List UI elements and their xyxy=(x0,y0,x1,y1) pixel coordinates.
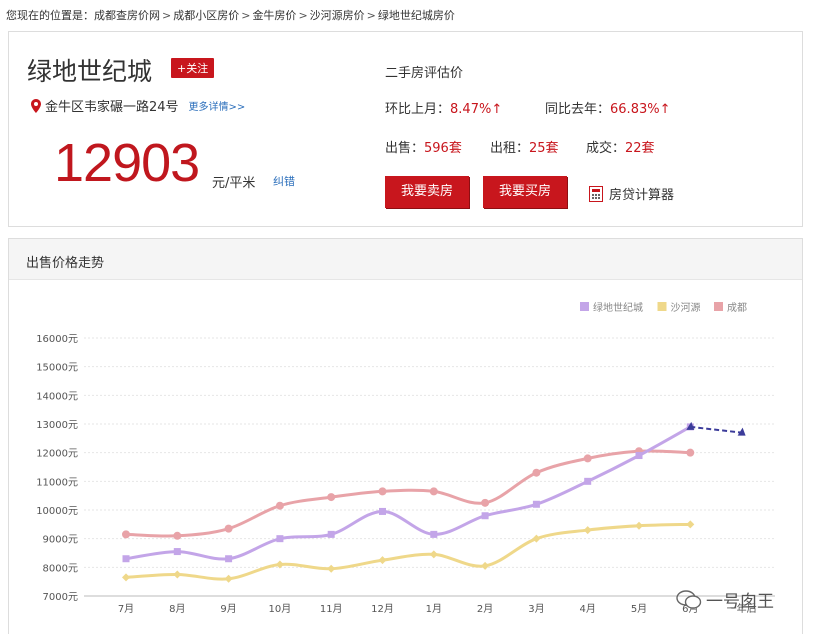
data-point xyxy=(583,454,592,463)
data-point xyxy=(224,574,233,583)
data-point xyxy=(378,487,387,496)
legend-label: 成都 xyxy=(727,302,747,314)
x-tick-label: 5月 xyxy=(631,603,647,615)
data-point xyxy=(327,564,336,573)
wechat-icon xyxy=(676,589,702,609)
y-tick-label: 10000元 xyxy=(36,506,78,517)
data-point xyxy=(481,498,490,507)
data-point xyxy=(481,561,490,570)
data-point xyxy=(429,487,438,496)
x-tick-label: 11月 xyxy=(320,603,343,615)
legend-label: 沙河源 xyxy=(671,301,701,314)
data-point xyxy=(583,526,592,535)
x-tick-label: 3月 xyxy=(528,603,544,615)
data-point xyxy=(173,548,181,556)
y-tick-label: 16000元 xyxy=(36,334,78,345)
series-line xyxy=(125,425,692,561)
data-point xyxy=(635,521,643,530)
x-tick-label: 7月 xyxy=(118,603,134,615)
y-tick-label: 8000元 xyxy=(43,563,78,574)
data-point xyxy=(532,534,541,543)
data-point xyxy=(481,512,489,520)
watermark: 一号囱王 xyxy=(676,587,774,612)
data-point xyxy=(379,507,386,515)
data-point xyxy=(122,530,130,539)
legend-swatch xyxy=(580,302,589,311)
data-point xyxy=(122,555,130,563)
x-tick-label: 12月 xyxy=(371,603,394,615)
data-point xyxy=(429,550,438,559)
data-point xyxy=(532,468,541,477)
y-tick-label: 9000元 xyxy=(43,535,78,546)
forecast-line xyxy=(690,425,742,434)
price-trend-chart: 7000元 8000元 9000元 10000元 11000元 12000元 13000元 1… xyxy=(36,301,775,615)
y-tick-label: 7000元 xyxy=(43,592,78,603)
x-tick-label: 4月 xyxy=(580,603,596,615)
data-point xyxy=(686,520,695,529)
data-point xyxy=(276,535,284,543)
data-point xyxy=(327,530,335,538)
data-point xyxy=(584,477,592,485)
y-tick-label: 11000元 xyxy=(36,477,78,488)
x-tick-label: 9月 xyxy=(220,603,236,615)
x-tick-label: 10月 xyxy=(269,603,292,615)
data-point xyxy=(173,570,182,579)
data-point xyxy=(275,501,284,510)
data-point xyxy=(173,531,182,540)
x-tick-label: 2月 xyxy=(477,603,493,615)
y-tick-label: 13000元 xyxy=(36,420,78,431)
legend-swatch xyxy=(657,302,667,311)
data-point xyxy=(430,530,438,538)
data-point xyxy=(225,555,233,563)
data-point xyxy=(532,500,540,508)
data-point xyxy=(686,448,695,457)
data-point xyxy=(378,556,387,565)
legend-swatch xyxy=(714,302,723,311)
legend-label: 绿地世纪城 xyxy=(593,301,643,314)
data-point xyxy=(327,493,336,502)
x-tick-label: 1月 xyxy=(426,603,442,615)
y-tick-label: 12000元 xyxy=(36,449,78,460)
data-point xyxy=(635,452,643,460)
y-tick-label: 15000元 xyxy=(36,363,78,374)
x-tick-label: 8月 xyxy=(169,603,185,615)
data-point xyxy=(122,573,130,582)
y-tick-label: 14000元 xyxy=(36,391,78,402)
data-point xyxy=(224,524,233,533)
